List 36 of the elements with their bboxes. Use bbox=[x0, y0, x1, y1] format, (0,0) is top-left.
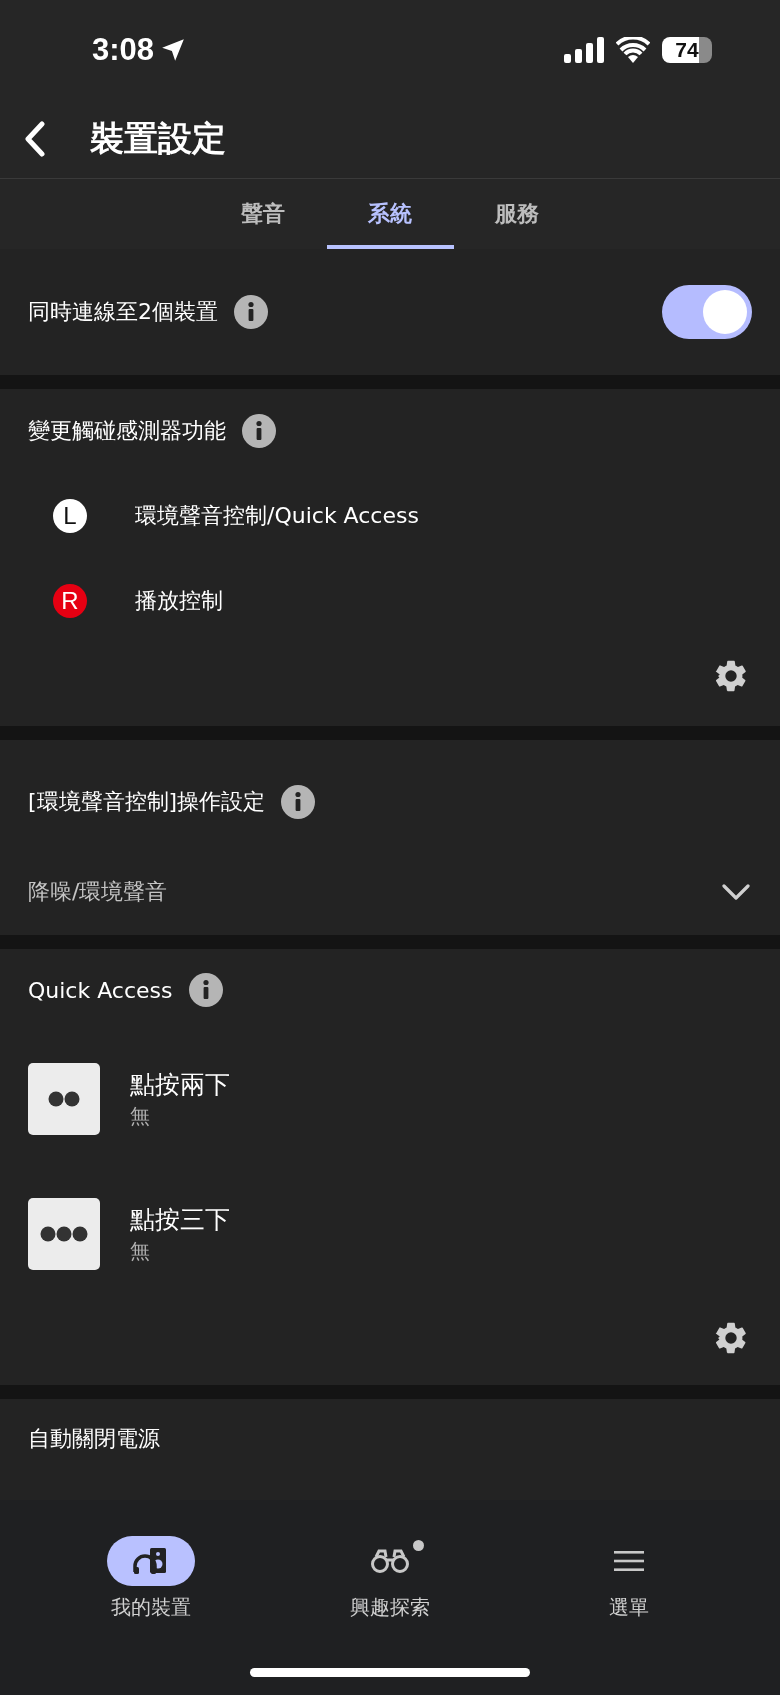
section-title: 變更觸碰感測器功能 bbox=[28, 417, 226, 445]
battery-indicator: 74 bbox=[662, 37, 712, 63]
info-icon[interactable] bbox=[188, 973, 223, 1007]
section-title: [環境聲音控制]操作設定 bbox=[28, 788, 266, 816]
info-icon[interactable] bbox=[242, 414, 276, 448]
tab[interactable]: 聲音 bbox=[199, 179, 327, 249]
function-label: 播放控制 bbox=[135, 586, 223, 615]
location-arrow-icon bbox=[160, 37, 187, 63]
section-title: 同時連線至2個裝置 bbox=[28, 298, 218, 326]
nav-tab[interactable]: 我的裝置 bbox=[32, 1536, 271, 1626]
wifi-icon bbox=[616, 37, 650, 63]
toggle-switch[interactable] bbox=[662, 285, 752, 339]
gesture-value: 無 bbox=[130, 1102, 151, 1130]
three-dots-icon bbox=[28, 1197, 100, 1270]
two-dots-icon bbox=[28, 1062, 100, 1135]
back-chevron-icon[interactable] bbox=[24, 121, 46, 157]
gesture-label: 點按三下 bbox=[130, 1203, 230, 1236]
function-label: 環境聲音控制/Quick Access bbox=[135, 501, 419, 530]
nav-tab[interactable]: 選單 bbox=[509, 1536, 748, 1626]
signal-icon bbox=[564, 37, 604, 63]
tab[interactable]: 服務 bbox=[453, 179, 581, 249]
gesture-value: 無 bbox=[130, 1237, 151, 1265]
status-time: 3:08 bbox=[92, 32, 155, 68]
section-title: Quick Access bbox=[28, 977, 173, 1003]
dropdown-select[interactable]: 降噪/環境聲音 bbox=[28, 864, 752, 920]
info-icon[interactable] bbox=[281, 785, 316, 819]
menu-icon bbox=[612, 1549, 645, 1573]
page-title: 裝置設定 bbox=[90, 117, 226, 160]
side-badge: R bbox=[53, 583, 87, 618]
nav-tab[interactable]: 興趣探索 bbox=[270, 1536, 510, 1626]
section-title: 自動關閉電源 bbox=[28, 1425, 160, 1453]
info-icon[interactable] bbox=[234, 295, 268, 329]
chevron-down-icon bbox=[722, 884, 750, 900]
gesture-label: 點按兩下 bbox=[130, 1068, 230, 1101]
side-badge: L bbox=[53, 498, 87, 533]
binoculars-icon bbox=[370, 1548, 410, 1574]
